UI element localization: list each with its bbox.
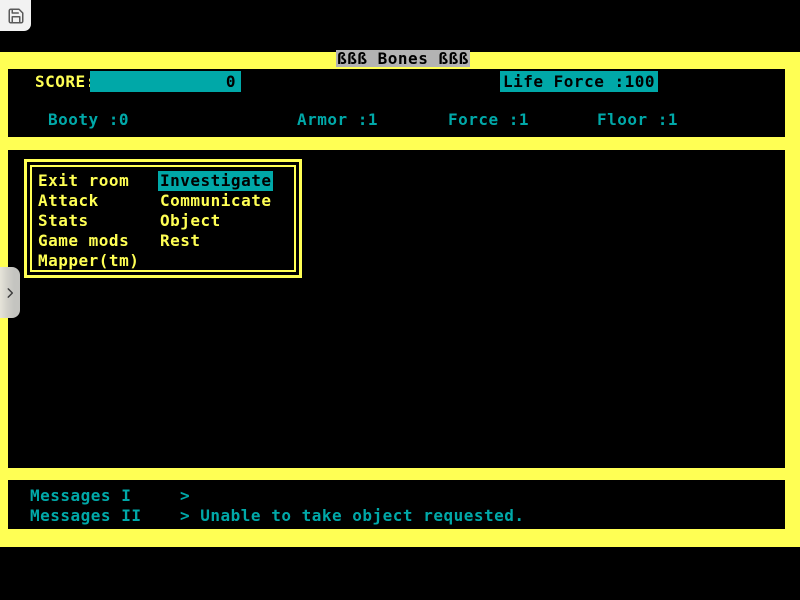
menu-row: Stats Object xyxy=(38,211,294,231)
score-label: SCORE: xyxy=(35,71,96,92)
save-button[interactable] xyxy=(0,0,31,31)
menu-item-stats[interactable]: Stats xyxy=(38,211,160,231)
stat-force: Force :1 xyxy=(448,110,529,130)
score-bar: 0 xyxy=(90,71,241,92)
menu-row: Attack Communicate xyxy=(38,191,294,211)
menu-item-communicate[interactable]: Communicate xyxy=(160,191,271,211)
messages-panel: Messages I > Messages II > Unable to tak… xyxy=(8,480,785,529)
action-menu: Exit room Investigate Attack Communicate… xyxy=(24,159,302,278)
menu-item-game-mods[interactable]: Game mods xyxy=(38,231,160,251)
stat-floor: Floor :1 xyxy=(597,110,678,130)
messages-i-label: Messages I xyxy=(30,486,131,506)
life-force-badge: Life Force :100 xyxy=(500,71,658,92)
sidebar-handle[interactable] xyxy=(0,267,20,318)
menu-item-object[interactable]: Object xyxy=(160,211,221,231)
menu-item-exit-room[interactable]: Exit room xyxy=(38,171,160,191)
stat-armor: Armor :1 xyxy=(297,110,378,130)
menu-row: Mapper(tm) xyxy=(38,251,294,271)
stat-booty: Booty :0 xyxy=(48,110,129,130)
messages-ii-label: Messages II xyxy=(30,506,141,526)
menu-item-investigate[interactable]: Investigate xyxy=(158,171,273,191)
messages-i-content: > xyxy=(180,486,190,506)
menu-item-mapper[interactable]: Mapper(tm) xyxy=(38,251,160,271)
action-menu-inner: Exit room Investigate Attack Communicate… xyxy=(30,165,296,272)
status-panel: SCORE: 0 Life Force :100 Booty :0 Armor … xyxy=(8,69,785,137)
score-value: 0 xyxy=(226,72,236,91)
chevron-right-icon xyxy=(3,286,17,300)
main-viewport: Exit room Investigate Attack Communicate… xyxy=(8,150,785,468)
menu-item-rest[interactable]: Rest xyxy=(160,231,201,251)
menu-row: Exit room Investigate xyxy=(38,171,294,191)
window-title: ßßß Bones ßßß xyxy=(336,50,470,67)
menu-row: Game mods Rest xyxy=(38,231,294,251)
menu-item-attack[interactable]: Attack xyxy=(38,191,160,211)
game-screen: ßßß Bones ßßß SCORE: 0 Life Force :100 B… xyxy=(0,0,800,600)
floppy-disk-icon xyxy=(7,7,25,25)
messages-ii-content: > Unable to take object requested. xyxy=(180,506,525,526)
